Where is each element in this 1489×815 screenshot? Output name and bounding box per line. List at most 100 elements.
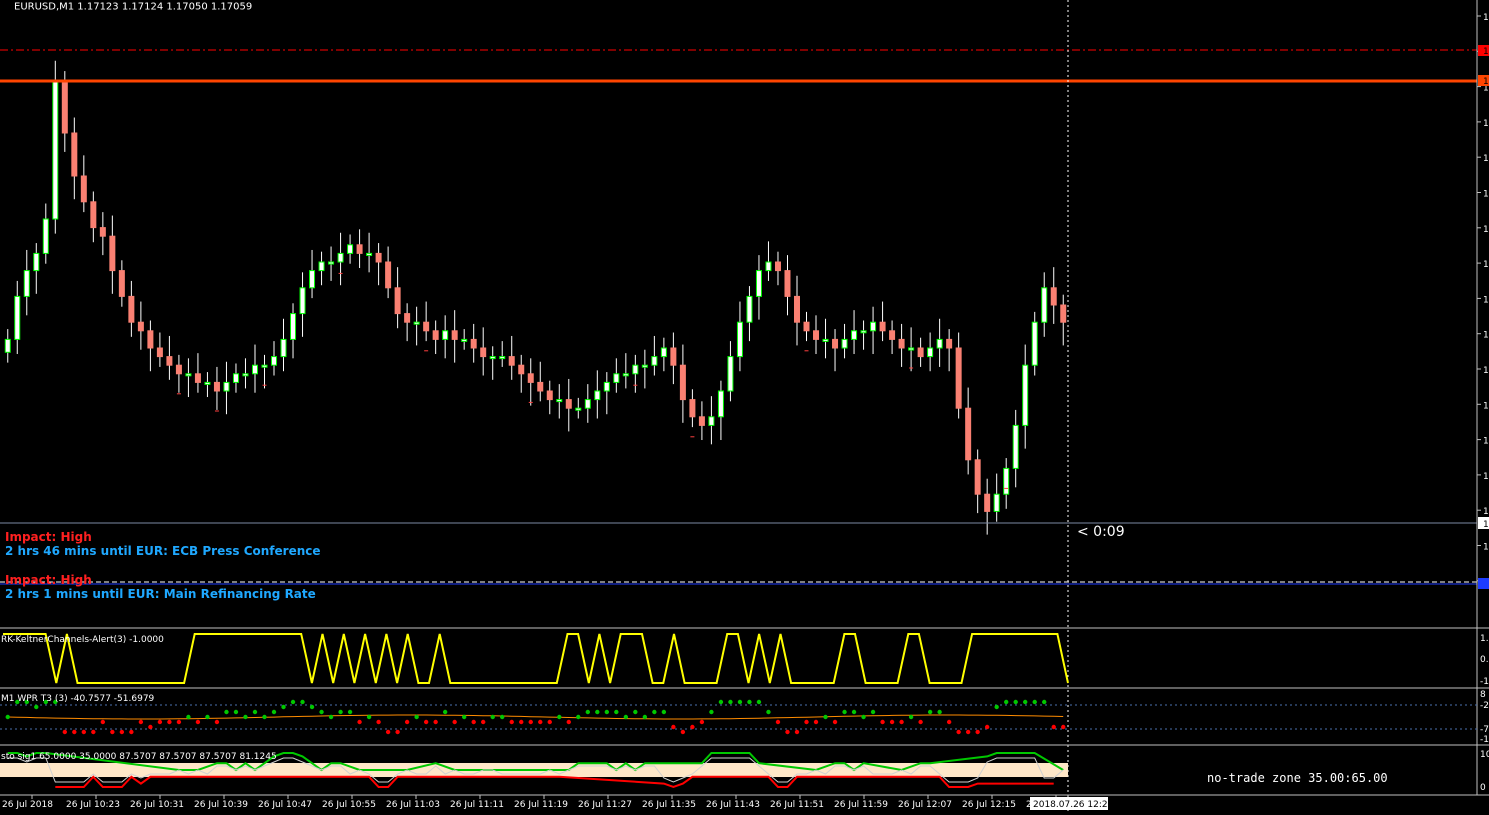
candle-body (337, 252, 344, 263)
candle-body (917, 347, 924, 358)
wpr-dot (1061, 724, 1066, 730)
wpr-dot (81, 729, 87, 735)
wpr-dot (262, 714, 267, 720)
time-axis-label: 26 Jul 11:51 (770, 800, 824, 810)
wpr-dot (414, 714, 419, 720)
price-axis-label: 1 (1483, 472, 1489, 482)
news-1-event: 2 hrs 46 mins until EUR: ECB Press Confe… (5, 544, 321, 558)
candle-body (784, 270, 791, 297)
chart-canvas[interactable]: EURUSD,M1 1.17123 1.17124 1.17050 1.1705… (0, 0, 1489, 811)
wpr-dot (366, 714, 372, 720)
wpr-dot (376, 719, 381, 725)
wpr-dot (281, 704, 286, 710)
price-axis-label: 1 (1483, 507, 1489, 517)
wpr-dot (309, 704, 315, 710)
candle-body (366, 252, 373, 256)
candle-body (660, 347, 667, 358)
candle-body (251, 364, 258, 375)
candle-body (793, 295, 800, 323)
wpr-dot (785, 729, 790, 735)
candle-body (518, 364, 525, 375)
wpr-dot (747, 699, 752, 705)
candle-body (1003, 467, 1010, 495)
candle-body (736, 321, 743, 358)
time-axis-label: 26 Jul 2018 (2, 800, 53, 810)
wpr-dot (195, 719, 201, 725)
candle-body (71, 132, 78, 177)
candle-body (52, 80, 59, 220)
wpr-dot (538, 719, 543, 725)
wpr-dot (975, 729, 980, 735)
candle-body (841, 338, 848, 349)
wpr-dot (851, 709, 857, 715)
candle-body (109, 235, 116, 272)
wpr-dot (595, 709, 600, 715)
candle-body (423, 321, 430, 332)
candle-body (622, 373, 629, 377)
candle-body (33, 252, 40, 272)
candle-body (404, 313, 411, 323)
wpr-dot (423, 719, 429, 725)
wpr-dot (576, 714, 581, 720)
wpr-dot (927, 709, 933, 715)
candle-body (14, 295, 21, 340)
candle-body (166, 356, 173, 366)
wpr-dot (1042, 699, 1047, 705)
candle-body (717, 390, 724, 418)
wpr-dot (870, 709, 876, 715)
wpr-dot (1023, 699, 1028, 705)
wpr-dot (205, 714, 210, 720)
wpr-label: M1 WPR T3 (3) -40.7577 -51.6979 (1, 694, 155, 704)
candle-body (385, 261, 392, 289)
price-tag-dashdot-text: 1 (1483, 47, 1489, 57)
wpr-axis-3: -7 (1480, 725, 1489, 735)
price-axis-label: 1 (1483, 543, 1489, 553)
time-axis-label: 26 Jul 11:19 (514, 800, 568, 810)
wpr-dot (899, 719, 904, 725)
candle-body (870, 321, 877, 332)
wpr-dot (813, 719, 819, 725)
candle-body (670, 347, 677, 366)
wpr-dot (252, 709, 258, 715)
candle-body (299, 287, 306, 315)
wpr-dot (889, 719, 895, 725)
wpr-dot (62, 729, 68, 735)
candle-body (156, 347, 163, 358)
wpr-dot (338, 709, 343, 715)
candle-body (565, 399, 572, 409)
candle-body (290, 313, 297, 340)
wpr-dot (832, 719, 838, 725)
wpr-dot (243, 714, 248, 720)
wpr-dot (233, 709, 239, 715)
candle-body (689, 399, 696, 418)
candle-body (480, 347, 487, 358)
wpr-dot (766, 709, 771, 715)
wpr-dot (5, 714, 10, 720)
candle-body (328, 261, 335, 265)
wpr-axis-1: 8 (1480, 690, 1486, 700)
candle-body (594, 390, 601, 401)
candle-body (546, 390, 553, 401)
wpr-dot (842, 709, 847, 715)
wpr-dot (775, 719, 781, 725)
wpr-dot (965, 729, 971, 735)
wpr-dot (452, 719, 457, 725)
wpr-dot (519, 719, 524, 725)
wpr-dot (347, 709, 353, 715)
candle-body (461, 338, 468, 342)
candle-body (755, 270, 762, 297)
wpr-dot (699, 719, 705, 725)
time-axis-label: 26 Jul 10:55 (322, 800, 376, 810)
candle-body (575, 407, 582, 411)
time-axis-label: 26 Jul 10:39 (194, 800, 248, 810)
trading-chart-window[interactable]: EURUSD,M1 1.17123 1.17124 1.17050 1.1705… (0, 0, 1489, 811)
candle-body (603, 381, 610, 392)
symbol-info-text: EURUSD,M1 1.17123 1.17124 1.17050 1.1705… (14, 1, 252, 12)
wpr-dot (718, 699, 724, 705)
price-axis-label: 1 (1483, 260, 1489, 270)
candle-body (347, 244, 354, 254)
candle-body (984, 493, 991, 512)
wpr-dot (557, 714, 562, 720)
candle-body (375, 252, 382, 263)
candle-body (413, 321, 420, 325)
